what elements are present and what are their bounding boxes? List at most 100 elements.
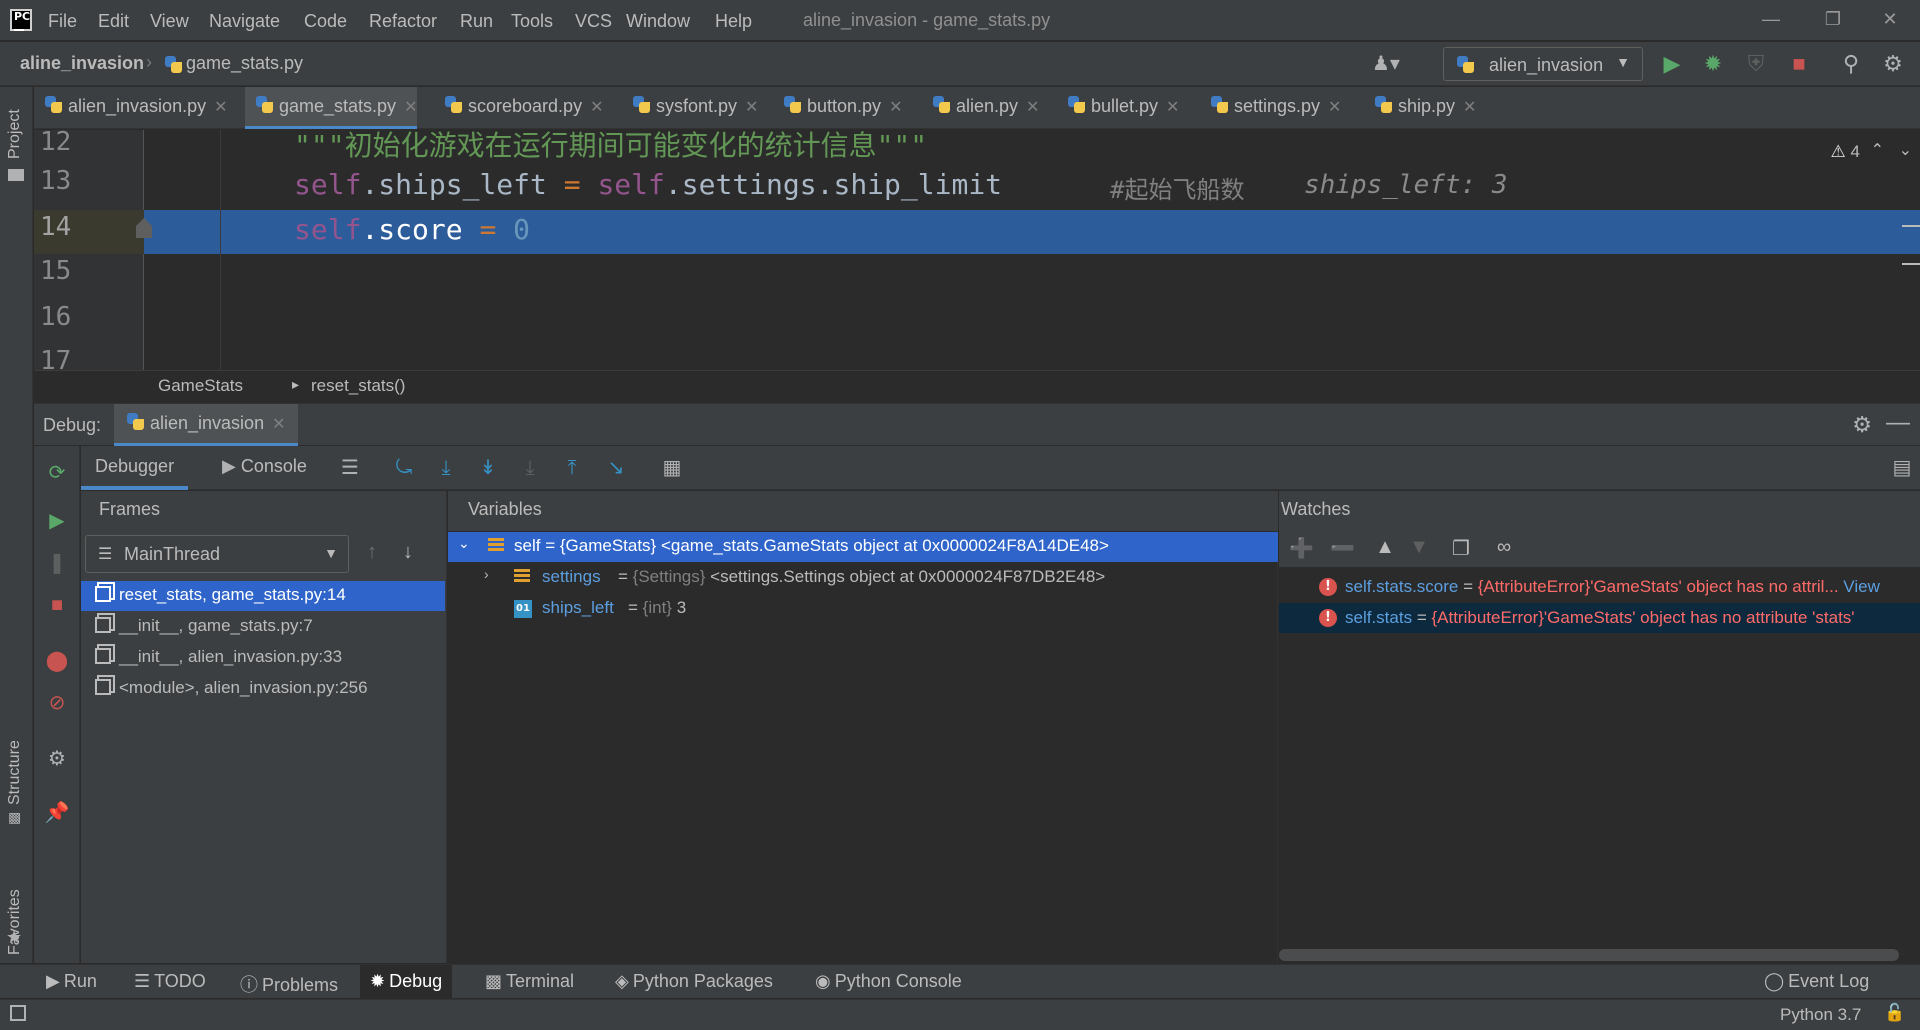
next-frame-icon[interactable]: ↓ [403,541,413,564]
tab-alien-invasion[interactable]: alien_invasion.py ✕ [34,87,228,129]
menu-view[interactable]: View [150,11,189,32]
debug-tool-window[interactable]: ✹ Debug [360,965,453,999]
python-console-tool-window[interactable]: ◉ Python Console [805,965,972,999]
menu-refactor[interactable]: Refactor [369,11,437,32]
search-icon[interactable]: ⚲ [1838,51,1864,77]
close-tab-icon[interactable]: ✕ [1166,99,1179,116]
breadcrumb-class[interactable]: GameStats [158,376,243,396]
add-watch-icon[interactable]: ➕ [1289,536,1314,560]
run-button[interactable]: ▶ [1659,51,1685,77]
python-packages-tool-window[interactable]: ◈ Python Packages [605,965,783,999]
gear-icon[interactable]: ⚙ [1880,51,1906,77]
toggle-tool-windows-icon[interactable] [10,1005,26,1021]
close-tab-icon[interactable]: ✕ [214,99,227,116]
tab-sysfont[interactable]: sysfont.py ✕ [622,87,758,129]
previous-frame-icon[interactable]: ↑ [367,541,377,564]
menu-code[interactable]: Code [304,11,347,32]
step-into-icon[interactable]: ⤓ [433,455,459,481]
menu-run[interactable]: Run [460,11,493,32]
run-with-coverage-icon[interactable]: ⛨ [1743,51,1769,77]
run-to-cursor-icon[interactable]: ↘ [603,455,629,481]
gear-icon[interactable]: ⚙ [44,746,70,772]
tab-bullet[interactable]: bullet.py ✕ [1057,87,1179,129]
tab-console[interactable]: ▶ Console [208,446,321,490]
python-interpreter-status[interactable]: Python 3.7 [1780,1005,1861,1025]
menu-file[interactable]: File [48,11,77,32]
close-tab-icon[interactable]: ✕ [745,99,758,116]
menu-navigate[interactable]: Navigate [209,11,280,32]
user-account-icon[interactable]: ♟▾ [1372,51,1406,75]
pin-icon[interactable]: 📌 [44,800,70,826]
move-up-icon[interactable]: ▲ [1373,536,1397,560]
frame-item[interactable]: <module>, alien_invasion.py:256 [81,674,445,704]
move-down-icon[interactable]: ▼ [1407,536,1431,560]
step-over-icon[interactable]: ⤿ [391,455,417,481]
step-out-icon[interactable]: ⤒ [559,455,585,481]
thread-select[interactable]: ☰ MainThread ▼ [85,535,349,573]
gear-icon[interactable]: ⚙ [1852,412,1872,438]
variable-row[interactable]: ⌄ self = {GameStats} <game_stats.GameSta… [448,532,1278,562]
event-log-tool-window[interactable]: ◯ Event Log [1754,965,1879,999]
tab-alien[interactable]: alien.py ✕ [922,87,1039,129]
menu-edit[interactable]: Edit [98,11,129,32]
structure-tool-window-tab[interactable]: Structure [6,740,24,805]
problems-tool-window[interactable]: ⓘ Problems [230,965,348,999]
unlock-icon[interactable]: 🔓 [1884,1003,1905,1023]
minimize-window-icon[interactable]: — [1759,7,1783,31]
close-tab-icon[interactable]: ✕ [404,99,417,116]
close-tab-icon[interactable]: ✕ [590,99,603,116]
next-highlight-icon[interactable]: ⌄ [1899,140,1912,160]
close-tab-icon[interactable]: ✕ [1328,99,1341,116]
show-execution-point-icon[interactable]: ☰ [337,455,363,481]
tab-button[interactable]: button.py ✕ [773,87,902,129]
variable-row[interactable]: 01 ships_left = {int} 3 [448,594,1278,624]
breadcrumb-method[interactable]: reset_stats() [311,376,405,396]
editor-scrollbar-marker[interactable] [1902,225,1920,265]
close-window-icon[interactable]: ✕ [1878,7,1902,31]
tab-debugger[interactable]: Debugger [81,446,189,490]
resume-program-icon[interactable]: ▶ [44,508,70,534]
tab-settings[interactable]: settings.py ✕ [1200,87,1341,129]
menu-help[interactable]: Help [715,11,752,32]
run-tool-window[interactable]: ▶ Run [36,965,107,999]
view-breakpoints-icon[interactable]: ⬤ [44,648,70,674]
breadcrumb-project[interactable]: aline_invasion [20,53,144,74]
copy-watch-icon[interactable]: ❐ [1449,536,1473,560]
tab-game-stats[interactable]: game_stats.py ✕ [245,87,418,129]
remove-watch-icon[interactable]: ➖ [1330,536,1355,560]
mute-breakpoints-icon[interactable]: ⊘ [44,690,70,716]
rerun-icon[interactable]: ⟳ [44,460,70,486]
watch-item[interactable]: ! self.stats.score = {AttributeError}'Ga… [1279,572,1920,602]
layout-settings-icon[interactable]: ▤ [1889,455,1915,481]
frame-item[interactable]: reset_stats, game_stats.py:14 [81,581,445,611]
force-step-into-icon[interactable]: ⤓ [517,455,543,481]
code-editor[interactable]: 12 13 14 15 16 17 """初始化游戏在运行期间可能变化的统计信息… [34,130,1920,370]
frame-item[interactable]: __init__, alien_invasion.py:33 [81,643,445,673]
todo-tool-window[interactable]: ☰ TODO [124,965,216,999]
terminal-tool-window[interactable]: ▩ Terminal [475,965,584,999]
run-configuration-select[interactable]: alien_invasion ▼ [1443,47,1643,81]
menu-vcs[interactable]: VCS [575,11,612,32]
glasses-icon[interactable]: ∞ [1489,536,1519,560]
watch-item[interactable]: ! self.stats = {AttributeError}'GameStat… [1279,603,1920,633]
hide-panel-icon[interactable]: — [1886,409,1910,437]
chevron-down-icon[interactable]: ⌄ [458,535,470,552]
step-into-my-code-icon[interactable]: ↡ [475,455,501,481]
menu-window[interactable]: Window [626,11,690,32]
evaluate-expression-icon[interactable]: ▦ [659,455,685,481]
close-tab-icon[interactable]: ✕ [1463,99,1476,116]
stop-button[interactable]: ■ [1786,51,1812,77]
warning-count-badge[interactable]: ⚠ 4 [1831,142,1860,162]
close-tab-icon[interactable]: ✕ [889,99,902,116]
tab-ship[interactable]: ship.py ✕ [1364,87,1476,129]
stop-icon[interactable]: ■ [44,592,70,618]
breadcrumb-file[interactable]: game_stats.py [186,53,303,74]
horizontal-scrollbar[interactable] [1279,949,1899,961]
previous-highlight-icon[interactable]: ⌃ [1871,140,1884,160]
debug-bug-icon[interactable]: ✹ [1700,51,1726,77]
tab-scoreboard[interactable]: scoreboard.py ✕ [434,87,603,129]
variable-row[interactable]: › settings = {Settings} <settings.Settin… [448,563,1278,593]
debug-session-tab[interactable]: alien_invasion ✕ [114,404,298,446]
menu-tools[interactable]: Tools [511,11,553,32]
close-tab-icon[interactable]: ✕ [272,416,285,433]
